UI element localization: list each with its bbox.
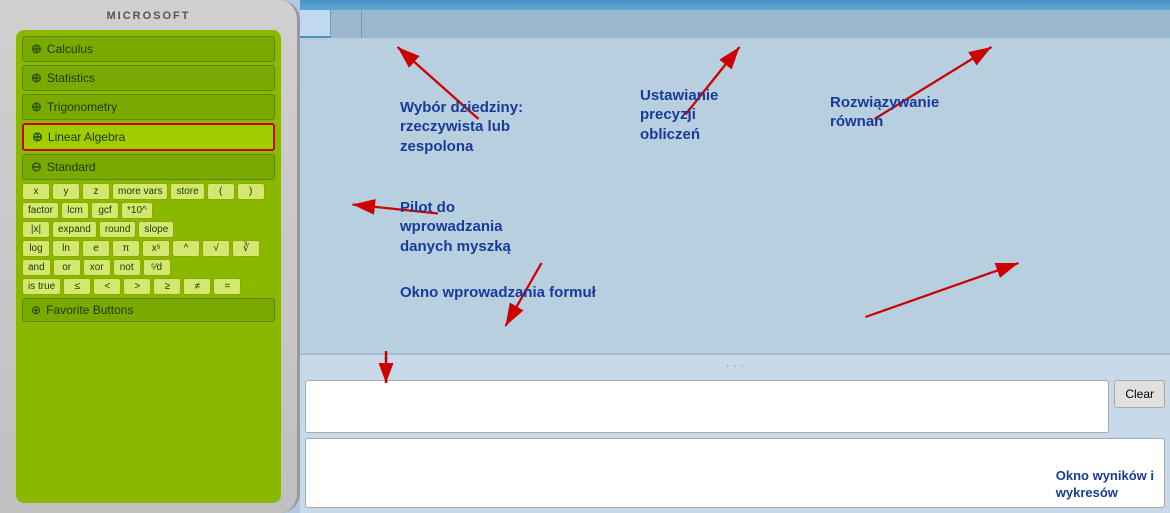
btn-factor[interactable]: factor bbox=[22, 202, 59, 219]
plus-icon: ⊕ bbox=[31, 99, 42, 115]
btn-10pow[interactable]: *10^ bbox=[121, 202, 153, 219]
btn-store[interactable]: store bbox=[170, 183, 204, 200]
btn-leq[interactable]: ≤ bbox=[63, 278, 91, 295]
button-row-3: |x| expand round slope bbox=[22, 221, 275, 238]
menu-item-standard[interactable]: ⊖ Standard bbox=[22, 154, 275, 180]
phone-panel: Microsoft ⊕ Calculus ⊕ Statistics ⊕ Trig… bbox=[0, 0, 300, 513]
btn-gcf[interactable]: gcf bbox=[91, 202, 119, 219]
btn-round[interactable]: round bbox=[99, 221, 137, 238]
menu-item-linear-algebra[interactable]: ⊕ Linear Algebra bbox=[22, 123, 275, 151]
btn-sqrt[interactable]: √ bbox=[202, 240, 230, 257]
btn-pow[interactable]: ^ bbox=[172, 240, 200, 257]
btn-xpow[interactable]: xˢ bbox=[142, 240, 170, 257]
plus-icon: ⊕ bbox=[32, 129, 43, 145]
btn-gt[interactable]: > bbox=[123, 278, 151, 295]
annotation-rozwiazywanie: Rozwiązywanie równań bbox=[830, 73, 939, 132]
btn-slope[interactable]: slope bbox=[138, 221, 174, 238]
btn-log[interactable]: log bbox=[22, 240, 50, 257]
annotation-okno-formul: Okno wprowadzania formuł bbox=[400, 263, 596, 302]
btn-e[interactable]: e bbox=[82, 240, 110, 257]
annotation-area: Wybór dziedziny: rzeczywista lub zespolo… bbox=[300, 38, 1170, 353]
menu-label-trigonometry: Trigonometry bbox=[47, 100, 117, 114]
btn-y[interactable]: y bbox=[52, 183, 80, 200]
button-row-1: x y z more vars store ( ) bbox=[22, 183, 275, 200]
btn-z[interactable]: z bbox=[82, 183, 110, 200]
btn-ln[interactable]: ln bbox=[52, 240, 80, 257]
formula-input-box[interactable] bbox=[305, 380, 1109, 433]
annotation-okno-wynikow: Okno wyników i wykresów bbox=[1056, 451, 1154, 502]
minus-icon: ⊖ bbox=[31, 159, 42, 175]
plus-icon: ⊕ bbox=[31, 70, 42, 86]
btn-close-paren[interactable]: ) bbox=[237, 183, 265, 200]
btn-eq[interactable]: = bbox=[213, 278, 241, 295]
btn-x[interactable]: x bbox=[22, 183, 50, 200]
btn-xor[interactable]: xor bbox=[83, 259, 111, 276]
btn-istrue[interactable]: is true bbox=[22, 278, 61, 295]
btn-pi[interactable]: π bbox=[112, 240, 140, 257]
formula-content: Clear bbox=[300, 375, 1170, 438]
formula-dots: · · · bbox=[300, 355, 1170, 375]
menu-label-favorite: Favorite Buttons bbox=[46, 303, 133, 317]
btn-geq[interactable]: ≥ bbox=[153, 278, 181, 295]
btn-cbrt[interactable]: ∛ bbox=[232, 240, 260, 257]
menu-label-calculus: Calculus bbox=[47, 42, 93, 56]
phone-screen: ⊕ Calculus ⊕ Statistics ⊕ Trigonometry ⊕… bbox=[16, 30, 281, 503]
tab-2[interactable] bbox=[331, 10, 362, 38]
plus-icon: ⊕ bbox=[31, 41, 42, 57]
annotation-ustawianie: Ustawianie precyzji obliczeń bbox=[640, 66, 718, 144]
btn-lt[interactable]: < bbox=[93, 278, 121, 295]
btn-neq[interactable]: ≠ bbox=[183, 278, 211, 295]
btn-and[interactable]: and bbox=[22, 259, 51, 276]
btn-cd[interactable]: ᶜ⁄d bbox=[143, 259, 171, 276]
result-area: Okno wyników i wykresów bbox=[305, 438, 1165, 508]
menu-item-calculus[interactable]: ⊕ Calculus bbox=[22, 36, 275, 62]
annotation-wybor: Wybór dziedziny: rzeczywista lub zespolo… bbox=[400, 78, 523, 156]
formula-area: · · · Clear Okno wyników i wykresów bbox=[300, 353, 1170, 513]
btn-abs[interactable]: |x| bbox=[22, 221, 50, 238]
menu-item-trigonometry[interactable]: ⊕ Trigonometry bbox=[22, 94, 275, 120]
top-bar bbox=[300, 0, 1170, 10]
menu-label-linear-algebra: Linear Algebra bbox=[48, 130, 125, 144]
button-row-6: is true ≤ < > ≥ ≠ = bbox=[22, 278, 275, 295]
menu-item-favorite[interactable]: ⊕ Favorite Buttons bbox=[22, 298, 275, 322]
clear-button[interactable]: Clear bbox=[1114, 380, 1165, 408]
plus-icon: ⊕ bbox=[31, 303, 41, 317]
btn-more-vars[interactable]: more vars bbox=[112, 183, 168, 200]
btn-open-paren[interactable]: ( bbox=[207, 183, 235, 200]
btn-lcm[interactable]: lcm bbox=[61, 202, 89, 219]
phone-brand: Microsoft bbox=[107, 10, 191, 22]
button-row-4: log ln e π xˢ ^ √ ∛ bbox=[22, 240, 275, 257]
menu-label-statistics: Statistics bbox=[47, 71, 95, 85]
button-row-5: and or xor not ᶜ⁄d bbox=[22, 259, 275, 276]
tab-bar bbox=[300, 10, 1170, 38]
menu-label-standard: Standard bbox=[47, 160, 96, 174]
btn-not[interactable]: not bbox=[113, 259, 141, 276]
btn-or[interactable]: or bbox=[53, 259, 81, 276]
button-row-2: factor lcm gcf *10^ bbox=[22, 202, 275, 219]
menu-item-statistics[interactable]: ⊕ Statistics bbox=[22, 65, 275, 91]
annotation-pilot: Pilot do wprowadzania danych myszką bbox=[400, 178, 511, 256]
btn-expand[interactable]: expand bbox=[52, 221, 97, 238]
main-panel: Wybór dziedziny: rzeczywista lub zespolo… bbox=[300, 0, 1170, 513]
tab-active[interactable] bbox=[300, 10, 331, 38]
